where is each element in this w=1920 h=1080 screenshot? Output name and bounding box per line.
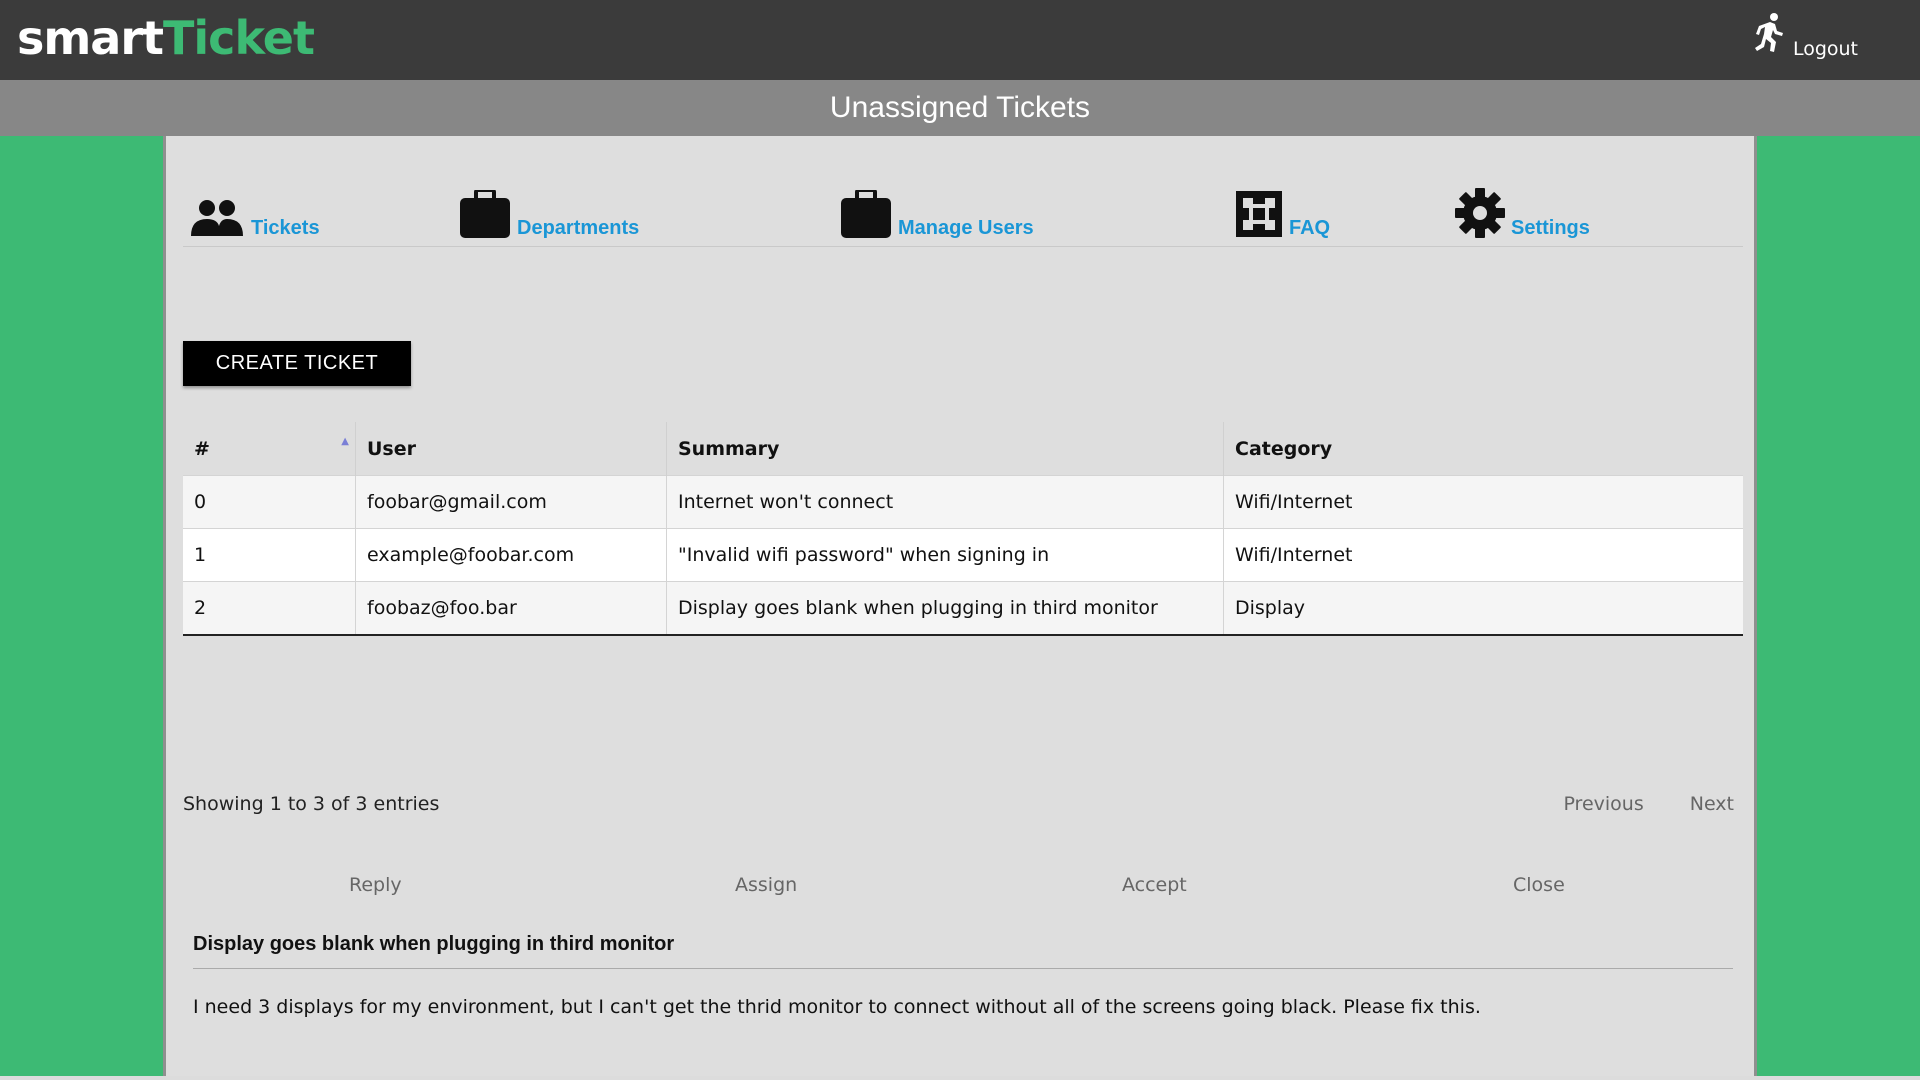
bottom-strip <box>0 1076 1920 1080</box>
logout-button[interactable]: Logout <box>1754 12 1858 62</box>
ticket-detail-body: I need 3 displays for my environment, bu… <box>193 996 1481 1018</box>
logo[interactable]: smartTicket <box>17 10 315 66</box>
page-title: Unassigned Tickets <box>0 80 1920 136</box>
close-button[interactable]: Close <box>1513 874 1565 896</box>
running-person-icon <box>1754 13 1783 52</box>
cell-category: Wifi/Internet <box>1223 528 1743 582</box>
ticket-actions: Reply Assign Accept Close <box>183 874 1743 904</box>
main-panel: Tickets Departments Manage Users FAQ Set… <box>163 136 1757 1080</box>
cell-number: 0 <box>183 475 356 529</box>
nav-label-manage-users: Manage Users <box>898 217 1034 239</box>
column-header-summary[interactable]: Summary <box>666 422 1224 476</box>
briefcase-icon <box>460 190 510 238</box>
table-row[interactable]: 1 example@foobar.com "Invalid wifi passw… <box>183 528 1743 582</box>
nav-item-tickets[interactable]: Tickets <box>189 180 320 238</box>
column-header-user[interactable]: User <box>355 422 667 476</box>
nav-item-settings[interactable]: Settings <box>1455 180 1590 238</box>
accept-button[interactable]: Accept <box>1122 874 1187 896</box>
logout-label: Logout <box>1792 38 1858 60</box>
ticket-detail-title: Display goes blank when plugging in thir… <box>193 933 1733 969</box>
table-row[interactable]: 0 foobar@gmail.com Internet won't connec… <box>183 475 1743 529</box>
logo-smart: smart <box>17 11 164 65</box>
nav-label-faq: FAQ <box>1289 217 1331 239</box>
gear-icon <box>1455 188 1505 238</box>
assign-button[interactable]: Assign <box>735 874 797 896</box>
nav-item-faq[interactable]: FAQ <box>1235 180 1330 238</box>
cell-category: Display <box>1223 581 1743 636</box>
column-header-category[interactable]: Category <box>1223 422 1743 476</box>
top-bar: smartTicket Logout <box>0 0 1920 80</box>
table-row[interactable]: 2 foobaz@foo.bar Display goes blank when… <box>183 581 1743 636</box>
cell-category: Wifi/Internet <box>1223 475 1743 529</box>
column-header-number[interactable]: # ▲ <box>183 422 356 476</box>
cell-summary: Display goes blank when plugging in thir… <box>666 581 1224 636</box>
logo-ticket: Ticket <box>163 11 315 65</box>
nav-label-settings: Settings <box>1511 217 1590 239</box>
nav-item-manage-users[interactable]: Manage Users <box>840 180 1034 238</box>
pagination: Previous Next <box>1563 793 1734 815</box>
cell-user: foobaz@foo.bar <box>355 581 667 636</box>
users-icon <box>191 200 243 236</box>
cell-summary: Internet won't connect <box>666 475 1224 529</box>
tickets-table: # ▲ User Summary Category 0 foobar@gmail… <box>183 422 1743 636</box>
cell-number: 2 <box>183 581 356 636</box>
cell-user: example@foobar.com <box>355 528 667 582</box>
nav-bar: Tickets Departments Manage Users FAQ Set… <box>183 180 1743 247</box>
nav-item-departments[interactable]: Departments <box>459 180 639 238</box>
column-header-number-label: # <box>194 437 210 460</box>
briefcase-icon <box>841 190 891 238</box>
table-header-row: # ▲ User Summary Category <box>183 422 1743 476</box>
nav-label-departments: Departments <box>517 217 640 239</box>
cell-summary: "Invalid wifi password" when signing in <box>666 528 1224 582</box>
reply-button[interactable]: Reply <box>349 874 402 896</box>
puzzle-icon <box>1236 191 1282 237</box>
sort-ascending-icon: ▲ <box>341 436 349 447</box>
cell-user: foobar@gmail.com <box>355 475 667 529</box>
previous-button[interactable]: Previous <box>1563 793 1643 815</box>
cell-number: 1 <box>183 528 356 582</box>
table-info: Showing 1 to 3 of 3 entries <box>183 793 440 815</box>
next-button[interactable]: Next <box>1690 793 1734 815</box>
create-ticket-button[interactable]: CREATE TICKET <box>183 341 411 386</box>
nav-label-tickets: Tickets <box>251 217 320 239</box>
